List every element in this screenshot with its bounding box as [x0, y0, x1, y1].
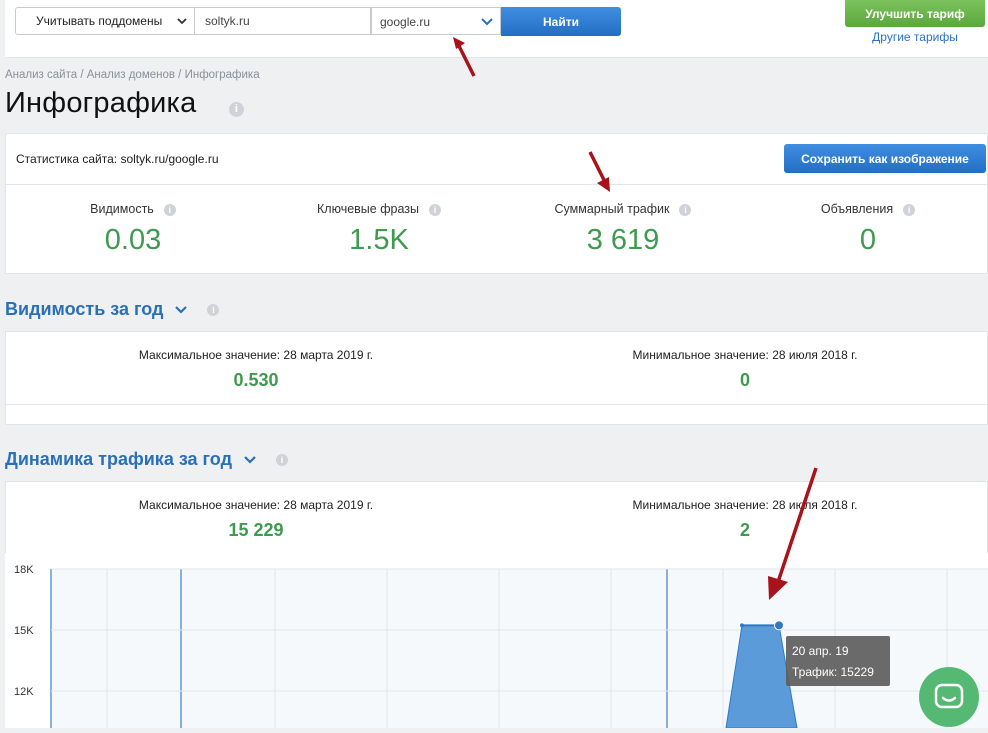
min-label: Минимальное значение: 28 июля 2018 г. — [632, 348, 858, 362]
save-as-image-button[interactable]: Сохранить как изображение — [784, 144, 986, 173]
subdomains-dropdown[interactable]: Учитывать поддомены — [15, 7, 195, 35]
other-tariffs-link[interactable]: Другие тарифы — [845, 30, 985, 44]
info-icon[interactable]: i — [229, 102, 244, 117]
max-value: 0.530 — [233, 370, 279, 390]
section-title-text: Динамика трафика за год — [5, 449, 232, 469]
visibility-min: Минимальное значение: 28 июля 2018 г. 0 — [500, 348, 988, 391]
find-button[interactable]: Найти — [501, 7, 621, 36]
upgrade-tariff-button[interactable]: Улучшить тариф — [845, 0, 985, 27]
y-tick-label: 18K — [14, 564, 34, 576]
site-stats-card: Статистика сайта: soltyk.ru/google.ru Со… — [5, 133, 988, 274]
metric-value: 1.5K — [349, 224, 409, 256]
traffic-section-title[interactable]: Динамика трафика за год i — [5, 449, 289, 470]
metric-value: 0 — [859, 224, 877, 256]
metric-keywords: Ключевые фразы i 1.5K — [259, 202, 499, 257]
visibility-card: Максимальное значение: 28 марта 2019 г. … — [5, 331, 988, 425]
metric-value: 0.03 — [104, 224, 162, 256]
chevron-down-icon — [177, 18, 187, 25]
metric-title: Объявления — [820, 202, 894, 216]
metric-total-traffic: Суммарный трафик i 3 619 — [503, 202, 743, 257]
traffic-min: Минимальное значение: 28 июля 2018 г. 2 — [500, 498, 988, 541]
annotation-arrow — [768, 467, 818, 600]
info-icon[interactable]: i — [163, 203, 176, 216]
min-label: Минимальное значение: 28 июля 2018 г. — [632, 498, 858, 512]
visibility-section-title[interactable]: Видимость за год i — [5, 299, 220, 320]
max-value: 15 229 — [228, 520, 284, 540]
tooltip-date: 20 апр. 19 — [792, 644, 849, 658]
metric-title: Ключевые фразы — [317, 202, 419, 216]
traffic-chart[interactable]: 18K 15K 12K 20 апр. 19 Трафик: 15229 — [0, 553, 988, 729]
traffic-chart-svg[interactable]: 18K 15K 12K 20 апр. 19 Трафик: 15229 — [0, 553, 988, 729]
subdomains-label: Учитывать поддомены — [36, 14, 163, 28]
stats-header: Статистика сайта: soltyk.ru/google.ru Со… — [6, 134, 987, 185]
data-point-active — [774, 620, 784, 631]
page-title: Инфографика i — [5, 87, 244, 120]
visibility-max: Максимальное значение: 28 марта 2019 г. … — [11, 348, 501, 391]
chevron-down-icon — [481, 18, 493, 26]
breadcrumb[interactable]: Анализ сайта / Анализ доменов / Инфограф… — [5, 69, 260, 81]
metric-title: Суммарный трафик — [554, 202, 670, 216]
min-value: 0 — [739, 370, 750, 390]
metric-visibility: Видимость i 0.03 — [13, 202, 253, 257]
y-tick-label: 15K — [14, 625, 34, 637]
info-icon[interactable]: i — [679, 203, 692, 216]
data-point — [740, 623, 744, 628]
chat-button[interactable] — [919, 667, 979, 727]
section-title-text: Видимость за год — [5, 299, 164, 319]
info-icon[interactable]: i — [428, 203, 441, 216]
y-tick-label: 12K — [14, 686, 34, 698]
info-icon[interactable]: i — [903, 203, 916, 216]
search-engine-value: google.ru — [380, 15, 431, 29]
annotation-arrow — [453, 37, 476, 77]
chevron-down-icon — [175, 306, 188, 314]
metric-ads: Объявления i 0 — [748, 202, 988, 257]
stats-label: Статистика сайта: soltyk.ru/google.ru — [16, 152, 219, 166]
max-label: Максимальное значение: 28 марта 2019 г. — [138, 498, 374, 512]
search-engine-select[interactable]: google.ru — [371, 7, 501, 35]
max-label: Максимальное значение: 28 марта 2019 г. — [138, 348, 374, 362]
tooltip-value: Трафик: 15229 — [792, 665, 874, 679]
divider — [6, 404, 987, 405]
annotation-arrow — [588, 151, 610, 192]
min-value: 2 — [739, 520, 750, 540]
metric-title: Видимость — [90, 202, 154, 216]
info-icon[interactable]: i — [207, 304, 220, 317]
traffic-max: Максимальное значение: 28 марта 2019 г. … — [11, 498, 501, 541]
chat-icon — [934, 683, 964, 709]
metric-value: 3 619 — [586, 224, 660, 256]
page-title-text: Инфографика — [5, 87, 197, 119]
info-icon[interactable]: i — [276, 454, 289, 467]
chevron-down-icon — [244, 456, 256, 464]
top-search-bar: Учитывать поддомены soltyk.ru google.ru … — [5, 0, 988, 58]
domain-input[interactable]: soltyk.ru — [195, 7, 371, 35]
